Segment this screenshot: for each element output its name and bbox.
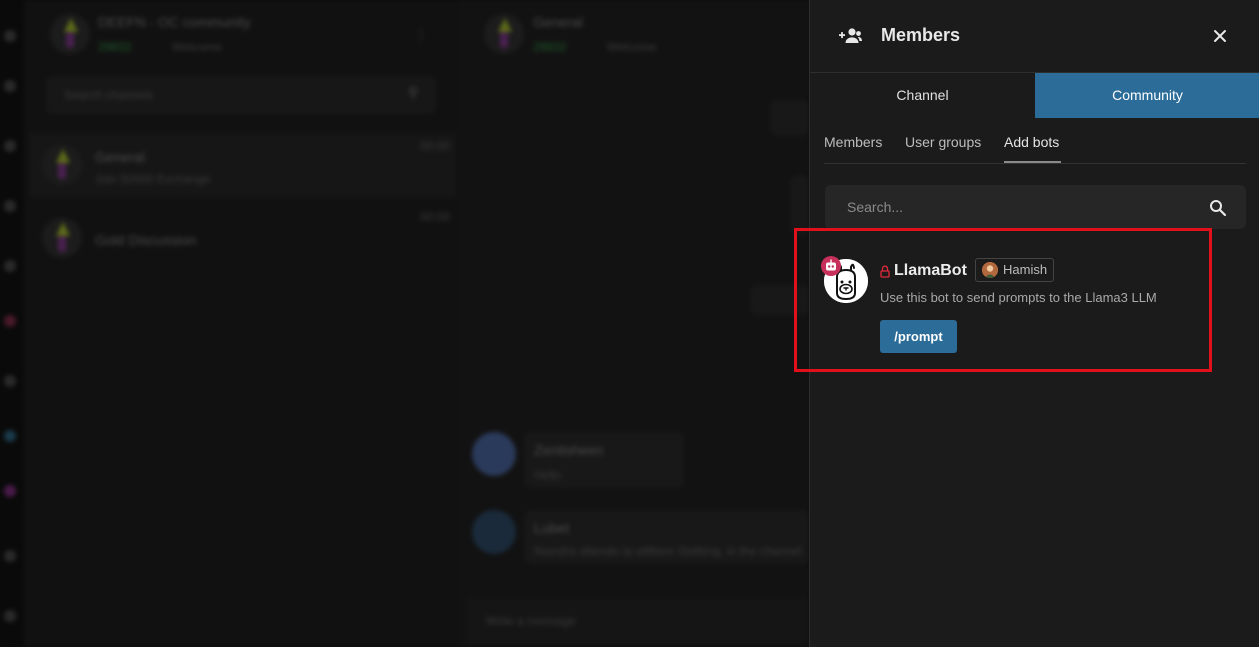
tab-add-bots[interactable]: Add bots (1004, 134, 1059, 150)
segment-community[interactable]: Community (1035, 73, 1259, 118)
scope-segmented-control: Channel Community (810, 73, 1259, 118)
community-online-count: 29832 (98, 40, 132, 54)
segment-channel[interactable]: Channel (810, 73, 1035, 118)
bot-search (825, 185, 1246, 229)
channel-row-general[interactable]: General Join 50000 Exchange 00:00 (30, 133, 456, 197)
message-text: Nuestra attendo la utilitare Stalking, i… (534, 544, 802, 558)
community-menu-icon[interactable]: ⋮ (414, 26, 428, 43)
member-subtabs: Members User groups Add bots (824, 122, 1246, 164)
tab-user-groups[interactable]: User groups (905, 134, 981, 150)
chat-subtitle: Welcome (607, 40, 657, 54)
message-input[interactable]: Write a message (466, 598, 810, 644)
bot-name: LlamaBot (894, 262, 967, 279)
channel-preview: Join 50000 Exchange (95, 172, 211, 186)
chat-pane: General 29832 Welcome Zenitsheen Hello L… (460, 0, 810, 647)
close-icon[interactable] (1210, 26, 1230, 46)
bot-description: Use this bot to send prompts to the Llam… (880, 290, 1157, 305)
panel-header: Members (810, 0, 1259, 73)
active-tab-indicator (1004, 161, 1061, 163)
lock-icon (880, 265, 890, 278)
chat-title: General (533, 14, 583, 30)
message-bubble: Zenitsheen Hello (524, 432, 684, 488)
chat-avatar (484, 14, 524, 54)
message-author: Zenitsheen (534, 442, 604, 458)
channel-time: 00:00 (420, 139, 451, 153)
message-avatar[interactable] (472, 510, 516, 554)
bot-owner-badge[interactable]: Hamish (975, 258, 1055, 282)
channel-search[interactable]: Search channels ⚲ (46, 76, 436, 114)
background-app: DEEFN - OC community 29832 Welcome ⋮ Sea… (0, 0, 810, 647)
search-icon[interactable] (1209, 199, 1227, 217)
server-rail (0, 0, 24, 647)
channel-time: 00:00 (420, 210, 451, 224)
bot-command-button[interactable]: /prompt (880, 320, 957, 353)
channel-name: General (95, 149, 145, 165)
bot-search-input[interactable] (825, 185, 1185, 229)
message-bubble: Lubet Nuestra attendo la utilitare Stalk… (524, 510, 810, 564)
bot-list-item[interactable]: LlamaBot Hamish Use this bot to send pro… (809, 231, 1209, 371)
bot-icon (821, 256, 841, 276)
bot-owner-name: Hamish (1003, 262, 1048, 277)
chat-online-count: 29832 (533, 40, 567, 54)
owner-avatar (982, 262, 998, 278)
channel-avatar (42, 218, 82, 258)
channel-name[interactable]: Gold Discussion (95, 232, 196, 248)
panel-title: Members (881, 25, 961, 45)
message-text: Hello (534, 468, 562, 482)
channel-avatar (42, 145, 82, 185)
add-members-icon (839, 28, 862, 43)
message-avatar[interactable] (472, 432, 516, 476)
channel-search-icon[interactable]: ⚲ (408, 84, 418, 101)
message-input-placeholder: Write a message (486, 614, 576, 628)
community-avatar (50, 14, 90, 54)
tab-members[interactable]: Members (824, 134, 882, 150)
channel-search-placeholder: Search channels (64, 88, 154, 102)
community-subtitle: Welcome (172, 40, 222, 54)
community-name: DEEFN - OC community (98, 14, 251, 30)
message-author: Lubet (534, 520, 570, 536)
